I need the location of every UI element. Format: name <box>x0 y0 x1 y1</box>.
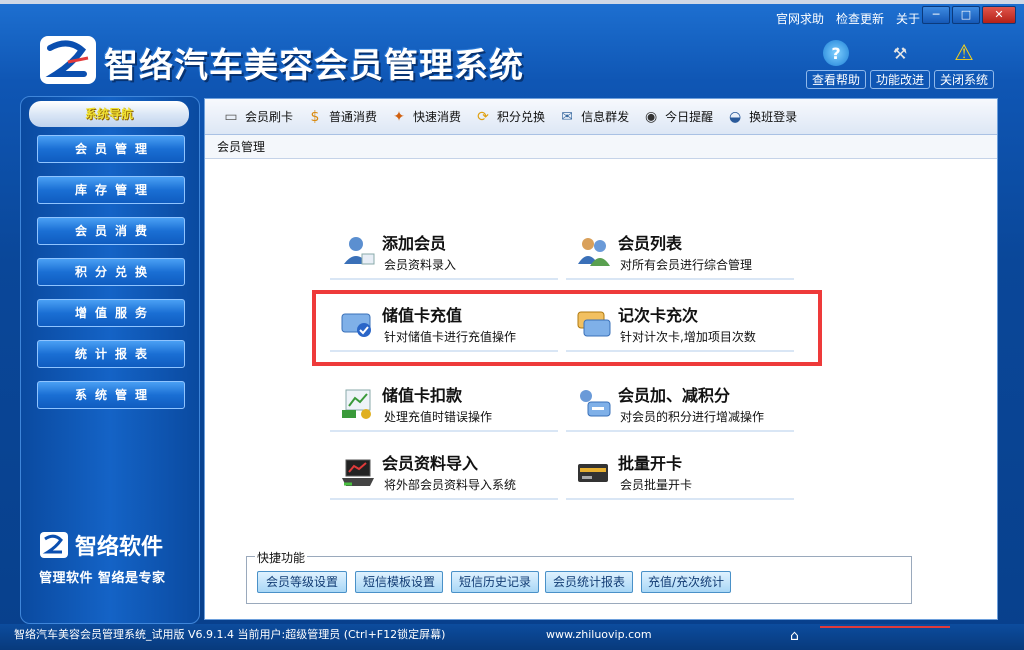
sidebar-item-value-added[interactable]: 增值服务 <box>37 299 185 327</box>
tool-shift-login[interactable]: ◒ 换班登录 <box>725 108 797 126</box>
card-title: 会员加、减积分 <box>618 386 731 405</box>
sidebar-item-consumption[interactable]: 会员消费 <box>37 217 185 245</box>
quick-sms-history-button[interactable]: 短信历史记录 <box>451 571 539 593</box>
close-system-button[interactable]: ⚠ 关闭系统 <box>934 40 994 89</box>
quick-member-report-button[interactable]: 会员统计报表 <box>545 571 633 593</box>
card-title: 添加会员 <box>382 234 447 253</box>
sidebar-item-inventory[interactable]: 库存管理 <box>37 176 185 204</box>
tool-fast-consume[interactable]: ✦ 快速消费 <box>389 108 461 126</box>
tool-label: 积分兑换 <box>497 110 546 124</box>
window-controls: ─ □ ✕ <box>922 6 1016 24</box>
quick-label: 快捷功能 <box>255 549 308 566</box>
batch-card-icon <box>578 464 608 482</box>
card-desc: 处理充值时错误操作 <box>384 410 493 424</box>
sidebar-item-points-exchange[interactable]: 积分兑换 <box>37 258 185 286</box>
deduction-icon <box>342 389 371 419</box>
tool-points-exchange[interactable]: ⟳ 积分兑换 <box>473 108 545 126</box>
help-label: 查看帮助 <box>806 70 866 89</box>
quick-recharge-stats-button[interactable]: 充值/充次统计 <box>641 571 731 593</box>
brand-logo-icon <box>40 532 68 558</box>
card-add-member[interactable]: 添加会员 会员资料录入 <box>330 222 558 280</box>
sidebar-title: 系统导航 <box>29 101 189 127</box>
card-member-list[interactable]: 会员列表 对所有会员进行综合管理 <box>566 222 794 280</box>
import-icon <box>342 459 374 486</box>
minimize-button[interactable]: ─ <box>922 6 950 24</box>
menu-about[interactable]: 关于 <box>896 10 920 27</box>
tools-icon: ⚒ <box>892 43 908 63</box>
app-window: 官网求助 检查更新 关于 ─ □ ✕ 智络汽车美容会员管理系统 ? 查看帮助 ⚒… <box>0 4 1024 650</box>
card-desc: 对所有会员进行综合管理 <box>620 258 753 272</box>
close-system-label: 关闭系统 <box>934 70 994 89</box>
tool-label: 快速消费 <box>413 110 462 124</box>
brand-slogan: 管理软件 智络是专家 <box>39 571 166 586</box>
quick-member-level-button[interactable]: 会员等级设置 <box>257 571 347 593</box>
clock-icon: ◉ <box>644 108 658 125</box>
menu-check-update[interactable]: 检查更新 <box>836 10 884 27</box>
quick-functions-panel: 快捷功能 会员等级设置 短信模板设置 短信历史记录 会员统计报表 充值/充次统计 <box>246 549 912 604</box>
app-title: 智络汽车美容会员管理系统 <box>104 46 524 86</box>
help-icon: ? <box>823 40 849 66</box>
card-title: 储值卡扣款 <box>382 386 463 405</box>
tool-label: 信息群发 <box>581 110 630 124</box>
status-bar: 智络汽车美容会员管理系统_试用版 V6.9.1.4 当前用户:超级管理员 (Ct… <box>0 624 1024 650</box>
tool-label: 普通消费 <box>329 110 378 124</box>
card-desc: 将外部会员资料导入系统 <box>384 478 517 492</box>
maximize-button[interactable]: □ <box>952 6 980 24</box>
card-points-adjust[interactable]: 会员加、减积分 对会员的积分进行增减操作 <box>566 374 794 432</box>
card-desc: 会员批量开卡 <box>620 478 693 492</box>
highlight-box <box>312 290 822 366</box>
quick-sms-template-button[interactable]: 短信模板设置 <box>355 571 443 593</box>
brand-name: 智络软件 <box>75 535 164 560</box>
section-title: 会员管理 <box>205 135 997 159</box>
tool-label: 换班登录 <box>749 110 798 124</box>
brand-block: 智络软件 管理软件 智络是专家 <box>39 529 166 586</box>
card-member-import[interactable]: 会员资料导入 将外部会员资料导入系统 <box>330 442 558 500</box>
tool-normal-consume[interactable]: $ 普通消费 <box>305 108 377 126</box>
sidebar-item-member-manage[interactable]: 会员管理 <box>37 135 185 163</box>
tool-label: 会员刷卡 <box>245 110 294 124</box>
close-window-button[interactable]: ✕ <box>982 6 1016 24</box>
card-desc: 对会员的积分进行增减操作 <box>620 410 765 424</box>
tool-mass-message[interactable]: ✉ 信息群发 <box>557 108 629 126</box>
home-icon[interactable]: ⌂ <box>790 625 799 647</box>
warning-icon: ⚠ <box>954 40 974 66</box>
money-bag-icon: $ <box>310 108 320 125</box>
card-title: 会员列表 <box>618 234 683 253</box>
points-adjust-icon <box>580 390 611 417</box>
card-stored-deduct[interactable]: 储值卡扣款 处理充值时错误操作 <box>330 374 558 432</box>
improve-label: 功能改进 <box>870 70 930 89</box>
improve-button[interactable]: ⚒ 功能改进 <box>870 40 930 89</box>
card-desc: 会员资料录入 <box>384 258 457 272</box>
tool-today-reminder[interactable]: ◉ 今日提醒 <box>641 108 713 126</box>
card-title: 批量开卡 <box>618 454 683 473</box>
card-batch-open[interactable]: 批量开卡 会员批量开卡 <box>566 442 794 500</box>
toolbar: ▭ 会员刷卡 $ 普通消费 ✦ 快速消费 ⟳ 积分兑换 ✉ 信息群发 ◉ 今日提醒 ◒ 换班登… <box>205 99 997 135</box>
member-list-icon <box>578 238 610 266</box>
status-url[interactable]: www.zhiluovip.com <box>546 624 652 646</box>
tool-card-swipe[interactable]: ▭ 会员刷卡 <box>221 108 293 126</box>
menu-help-site[interactable]: 官网求助 <box>776 10 824 27</box>
sidebar-item-reports[interactable]: 统计报表 <box>37 340 185 368</box>
add-member-icon <box>344 237 375 265</box>
app-logo-icon <box>40 36 96 84</box>
status-divider <box>820 626 950 628</box>
card-title: 会员资料导入 <box>382 454 479 473</box>
top-menu: 官网求助 检查更新 关于 <box>776 10 920 27</box>
fast-consume-icon: ✦ <box>393 108 405 125</box>
mail-icon: ✉ <box>561 108 573 125</box>
status-text: 智络汽车美容会员管理系统_试用版 V6.9.1.4 当前用户:超级管理员 (Ct… <box>14 628 446 641</box>
tool-label: 今日提醒 <box>665 110 714 124</box>
exchange-icon: ⟳ <box>477 108 489 125</box>
card-reader-icon: ▭ <box>224 108 238 125</box>
sidebar: 系统导航 会员管理 库存管理 会员消费 积分兑换 增值服务 统计报表 系统管理 … <box>20 96 200 624</box>
help-button[interactable]: ? 查看帮助 <box>806 40 866 89</box>
sidebar-item-system[interactable]: 系统管理 <box>37 381 185 409</box>
login-icon: ◒ <box>728 108 742 125</box>
